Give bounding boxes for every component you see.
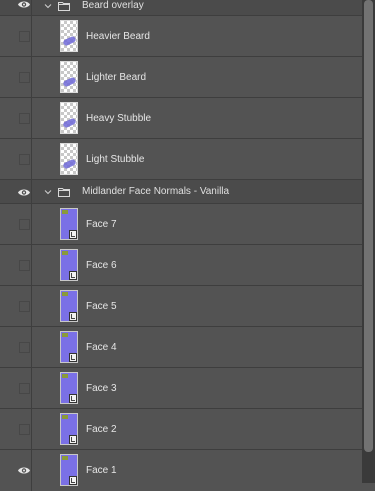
visibility-cell: [0, 450, 32, 491]
smart-object-icon: [69, 271, 77, 280]
visibility-cell: [0, 327, 32, 367]
visibility-cell: [0, 0, 32, 15]
scrollbar-thumb[interactable]: [364, 0, 373, 452]
layer-label[interactable]: Face 2: [86, 424, 117, 435]
layer-label[interactable]: Lighter Beard: [86, 72, 146, 83]
eye-icon[interactable]: [17, 466, 31, 475]
layer-thumbnail: [60, 290, 78, 322]
visibility-toggle[interactable]: [19, 113, 30, 124]
layer-label[interactable]: Face 7: [86, 219, 117, 230]
layer-label[interactable]: Face 6: [86, 260, 117, 271]
group-row-beard-overlay[interactable]: Beard overlay: [0, 0, 362, 16]
thumbnail-detail: [62, 456, 68, 460]
scrollbar[interactable]: [362, 0, 375, 483]
eye-icon[interactable]: [17, 188, 31, 197]
chevron-down-icon[interactable]: [44, 2, 52, 10]
visibility-toggle[interactable]: [19, 72, 30, 83]
smart-object-icon: [69, 476, 77, 485]
thumbnail-detail: [62, 415, 68, 419]
thumbnail-detail: [62, 210, 68, 214]
beard-preview: [62, 117, 77, 129]
beard-preview: [62, 158, 77, 170]
layer-thumbnail: [60, 61, 78, 93]
visibility-cell: [0, 57, 32, 97]
visibility-cell: [0, 204, 32, 244]
layer-row[interactable]: Face 2: [0, 409, 362, 450]
layer-thumbnail: [60, 143, 78, 175]
visibility-toggle[interactable]: [19, 260, 30, 271]
layer-row[interactable]: Face 6: [0, 245, 362, 286]
group-label: Beard overlay: [82, 0, 144, 11]
smart-object-icon: [69, 230, 77, 239]
layer-row[interactable]: Light Stubble: [0, 139, 362, 180]
thumbnail-detail: [62, 333, 68, 337]
layer-label[interactable]: Heavy Stubble: [86, 113, 151, 124]
beard-preview: [62, 35, 77, 47]
visibility-toggle[interactable]: [19, 219, 30, 230]
layer-thumbnail: [60, 20, 78, 52]
layer-row[interactable]: Heavier Beard: [0, 16, 362, 57]
group-label: Midlander Face Normals - Vanilla: [82, 186, 230, 197]
layer-row[interactable]: Face 5: [0, 286, 362, 327]
visibility-cell: [0, 180, 32, 203]
visibility-cell: [0, 368, 32, 408]
layer-row[interactable]: Face 1: [0, 450, 362, 491]
visibility-toggle[interactable]: [19, 342, 30, 353]
layer-row[interactable]: Face 4: [0, 327, 362, 368]
layer-thumbnail: [60, 208, 78, 240]
thumbnail-detail: [62, 292, 68, 296]
visibility-cell: [0, 409, 32, 449]
smart-object-icon: [69, 394, 77, 403]
layer-row[interactable]: Lighter Beard: [0, 57, 362, 98]
beard-preview: [62, 76, 77, 88]
smart-object-icon: [69, 312, 77, 321]
thumbnail-detail: [62, 251, 68, 255]
visibility-cell: [0, 139, 32, 179]
layer-label[interactable]: Light Stubble: [86, 154, 144, 165]
layer-thumbnail: [60, 331, 78, 363]
folder-icon: [58, 188, 70, 197]
layer-row[interactable]: Heavy Stubble: [0, 98, 362, 139]
layer-thumbnail: [60, 372, 78, 404]
layer-label[interactable]: Face 1: [86, 465, 117, 476]
visibility-cell: [0, 16, 32, 56]
folder-icon: [58, 2, 70, 11]
eye-icon[interactable]: [17, 0, 31, 9]
visibility-toggle[interactable]: [19, 424, 30, 435]
visibility-cell: [0, 286, 32, 326]
smart-object-icon: [69, 435, 77, 444]
chevron-down-icon[interactable]: [44, 188, 52, 196]
thumbnail-detail: [62, 374, 68, 378]
visibility-cell: [0, 245, 32, 285]
layers-panel: Beard overlay Heavier Beard Lighter Bear…: [0, 0, 362, 491]
visibility-cell: [0, 98, 32, 138]
layer-label[interactable]: Face 4: [86, 342, 117, 353]
smart-object-icon: [69, 353, 77, 362]
visibility-toggle[interactable]: [19, 301, 30, 312]
visibility-toggle[interactable]: [19, 31, 30, 42]
visibility-toggle[interactable]: [19, 154, 30, 165]
layer-thumbnail: [60, 454, 78, 486]
layer-label[interactable]: Heavier Beard: [86, 31, 150, 42]
layer-row[interactable]: Face 3: [0, 368, 362, 409]
layer-thumbnail: [60, 102, 78, 134]
visibility-toggle[interactable]: [19, 383, 30, 394]
layer-label[interactable]: Face 3: [86, 383, 117, 394]
layer-thumbnail: [60, 413, 78, 445]
layer-row[interactable]: Face 7: [0, 204, 362, 245]
layer-thumbnail: [60, 249, 78, 281]
layer-label[interactable]: Face 5: [86, 301, 117, 312]
group-row-midlander-face-normals[interactable]: Midlander Face Normals - Vanilla: [0, 180, 362, 204]
